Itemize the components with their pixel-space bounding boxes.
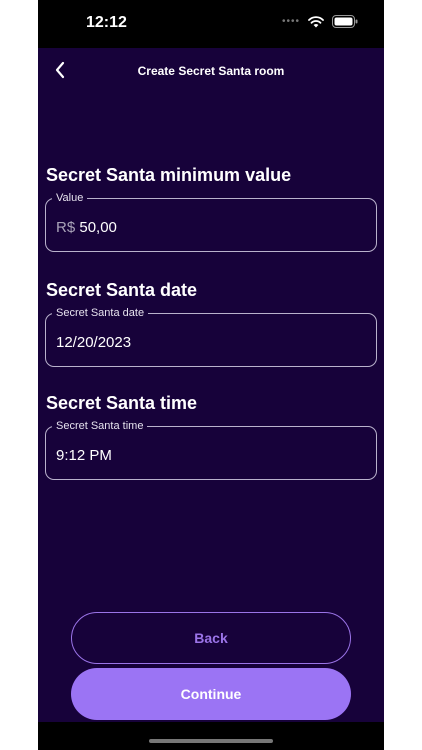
status-time: 12:12 [86, 14, 127, 31]
min-value-section-title: Secret Santa minimum value [46, 165, 292, 185]
time-field[interactable]: Secret Santa time 9:12 PM [45, 419, 377, 480]
phone-screen: 12:12 •••• Create Secret Santa room Secr… [38, 0, 384, 750]
currency-prefix: R$ [56, 219, 76, 236]
min-value-field-value: R$ 50,00 [56, 219, 117, 236]
wifi-icon [308, 15, 324, 27]
nav-header: Create Secret Santa room [38, 48, 384, 92]
date-section-title: Secret Santa date [46, 280, 198, 300]
status-icons: •••• [282, 15, 358, 28]
home-indicator-area [38, 722, 384, 750]
signal-icon: •••• [281, 16, 300, 27]
min-value-field-label: Value [52, 191, 88, 205]
min-value-amount: 50,00 [79, 219, 117, 236]
page-title: Create Secret Santa room [137, 64, 285, 78]
date-field-value: 12/20/2023 [56, 334, 132, 351]
min-value-field[interactable]: Value R$ 50,00 [45, 191, 377, 252]
time-field-value: 9:12 PM [56, 447, 112, 464]
date-field[interactable]: Secret Santa date 12/20/2023 [45, 306, 377, 367]
time-field-label: Secret Santa time [52, 419, 148, 433]
status-bar: 12:12 •••• [38, 0, 384, 48]
continue-button[interactable]: Continue [71, 668, 351, 720]
time-section-title: Secret Santa time [46, 393, 198, 413]
date-field-label: Secret Santa date [52, 306, 149, 320]
back-button[interactable]: Back [71, 612, 351, 664]
home-indicator [149, 739, 273, 743]
battery-icon [332, 15, 358, 28]
